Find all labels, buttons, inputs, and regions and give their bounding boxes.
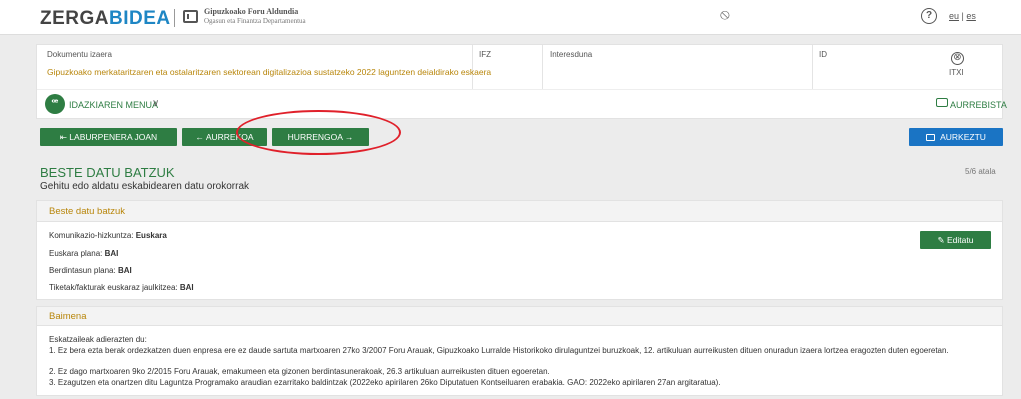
column-divider [812,45,813,89]
lang-es-link[interactable]: es [966,11,976,21]
other-data-title: Beste datu batzuk [49,206,126,217]
field-equality-plan: Berdintasun plana: BAI [49,266,132,275]
lang-eu-link[interactable]: eu [949,11,959,21]
department-name: Ogasun eta Finantza Departamentua [204,17,306,25]
next-button[interactable]: HURRENGOA → [272,128,369,146]
col-document-type: Dokumentu izaera [47,50,112,59]
step-indicator: 5/6 atala [965,167,996,176]
permission-item-1: 1. Ez bera ezta berak ordezkatzen duen e… [49,346,949,355]
submit-button[interactable]: AURKEZTU [909,128,1003,146]
section-title: BESTE DATU BATZUK [40,165,175,180]
monitor-icon [926,134,936,141]
document-header-card: Dokumentu izaera IFZ Interesduna ID Gipu… [36,44,1007,119]
government-name: Gipuzkoako Foru Aldundia [204,7,299,16]
lang-separator: | [961,11,964,21]
col-id: ID [819,50,827,59]
col-nif: IFZ [479,50,491,59]
document-type-value: Gipuzkoako merkataritzaren eta ostalarit… [47,67,492,77]
submit-label: AURKEZTU [940,132,986,142]
language-switch: eu | es [949,11,976,21]
chevron-down-icon[interactable]: ∨ [152,98,159,109]
government-building-icon [183,10,198,23]
permission-item-3: 3. Ezagutzen eta onartzen ditu Laguntza … [49,378,721,387]
permission-item-2: 2. Ez dago martxoaren 9ko 2/2015 Foru Ar… [49,367,550,376]
divider [37,89,1002,90]
column-divider [542,45,543,89]
go-to-summary-button[interactable]: ⇤ LABURPENERA JOAN [40,128,177,146]
print-icon[interactable] [936,98,948,107]
field-language: Komunikazio-hizkuntza: Euskara [49,231,167,240]
preview-button[interactable]: AURREBISTA [950,100,1007,110]
edit-button[interactable]: ✎ Editatu [920,231,991,249]
section-subtitle: Gehitu edo aldatu eskabidearen datu orok… [40,181,250,192]
help-icon[interactable]: ? [921,8,937,24]
previous-button[interactable]: ← AURREKOA [182,128,267,146]
col-interested: Interesduna [550,50,593,59]
top-bar: ZERGABIDEA Gipuzkoako Foru Aldundia Ogas… [0,0,1021,35]
document-menu-icon[interactable]: ꟹ [45,94,65,114]
card-header: Baimena [37,307,1002,326]
logo-separator [174,9,175,27]
network-off-icon[interactable]: ⦸ [720,6,730,23]
close-label[interactable]: ITXI [949,68,964,77]
other-data-card: Beste datu batzuk Komunikazio-hizkuntza:… [36,200,1003,300]
permission-card: Baimena Eskatzaileak adierazten du: 1. E… [36,306,1003,396]
permission-intro: Eskatzaileak adierazten du: [49,335,147,344]
card-header: Beste datu batzuk [37,201,1002,222]
permission-title: Baimena [49,311,87,322]
zergabidea-logo[interactable]: ZERGABIDEA [40,8,171,30]
field-basque-plan: Euskara plana: BAI [49,249,119,258]
field-invoices-basque: Tiketak/fakturak euskaraz jaulkitzea: BA… [49,283,194,292]
document-menu-button[interactable]: IDAZKIAREN MENUA [69,100,158,110]
close-icon[interactable]: ⊗ [951,52,964,65]
